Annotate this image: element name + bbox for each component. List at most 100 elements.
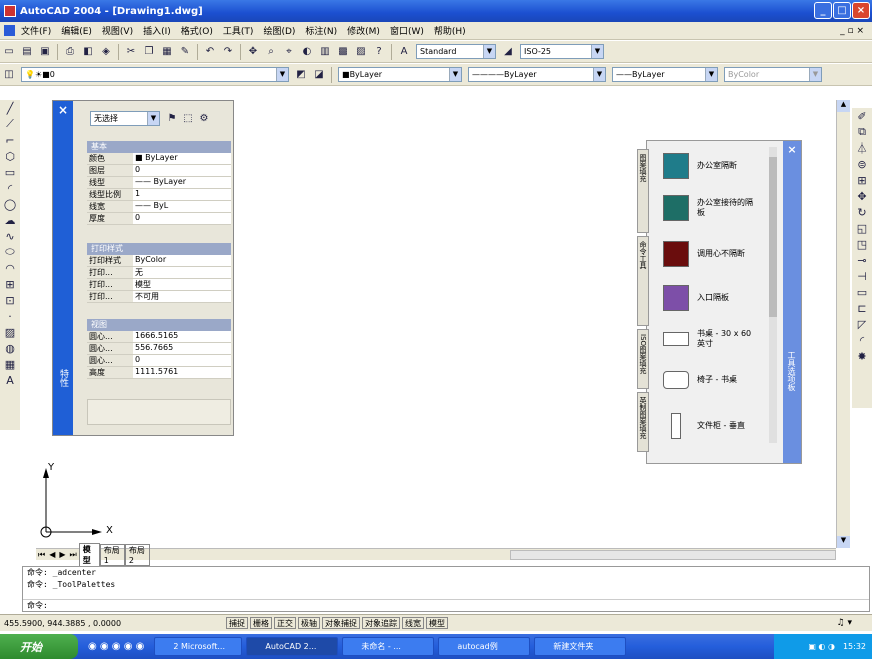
erase-icon[interactable]: ✐ xyxy=(855,109,869,123)
tab-nav-last-icon[interactable]: ⏭ xyxy=(70,550,77,560)
quick-select-icon[interactable]: ⚙ xyxy=(197,111,211,125)
help-icon[interactable]: ? xyxy=(372,45,386,59)
palette-item[interactable]: 椅子 - 书桌 xyxy=(663,371,757,389)
tab-imperial-hatch[interactable]: 英制图案填充 xyxy=(637,392,649,452)
palette-item[interactable]: 入口隔板 xyxy=(663,285,757,311)
tab-layout2[interactable]: 布局2 xyxy=(124,543,151,566)
grid-toggle[interactable]: 栅格 xyxy=(250,617,272,629)
polyline-icon[interactable]: ⌐ xyxy=(3,133,17,147)
extend-icon[interactable]: ⊣ xyxy=(855,269,869,283)
close-icon[interactable]: × xyxy=(783,143,801,156)
horizontal-scrollbar[interactable] xyxy=(510,549,836,560)
offset-icon[interactable]: ⊜ xyxy=(855,157,869,171)
properties-icon[interactable]: ▥ xyxy=(318,45,332,59)
layer-select[interactable]: 💡☀■ 0 ▼ xyxy=(21,67,289,82)
vertical-scrollbar[interactable]: ▲ ▼ xyxy=(836,100,850,548)
menu-format[interactable]: 格式(O) xyxy=(181,24,213,37)
tab-hatch[interactable]: 图案填充 xyxy=(637,149,649,233)
toggle-pickadd-icon[interactable]: ⚑ xyxy=(165,111,179,125)
insert-block-icon[interactable]: ⊞ xyxy=(3,277,17,291)
undo-icon[interactable]: ↶ xyxy=(203,45,217,59)
properties-titlebar[interactable]: × 特性 xyxy=(53,101,73,435)
mirror-icon[interactable]: ⏃ xyxy=(855,141,869,155)
tool-palette-titlebar[interactable]: × 工具选项板 xyxy=(783,141,801,463)
palette-item[interactable]: 调用心不隔断 xyxy=(663,241,757,267)
quick-launch-icons[interactable]: ◉ ◉ ◉ ◉ ◉ xyxy=(88,641,144,652)
make-current-icon[interactable]: ◩ xyxy=(294,68,308,82)
spline-icon[interactable]: ∿ xyxy=(3,229,17,243)
lineweight-select[interactable]: —— ByLayer ▼ xyxy=(612,67,718,82)
toolpalette-icon[interactable]: ▨ xyxy=(354,45,368,59)
designcenter-icon[interactable]: ▩ xyxy=(336,45,350,59)
match-icon[interactable]: ✎ xyxy=(178,45,192,59)
tab-iso-hatch[interactable]: ISO图案填充 xyxy=(637,329,649,389)
copy-icon[interactable]: ❐ xyxy=(142,45,156,59)
snap-toggle[interactable]: 捕捉 xyxy=(226,617,248,629)
command-prompt[interactable]: 命令: xyxy=(23,599,869,611)
coordinates-readout[interactable]: 455.5900, 944.3885 , 0.0000 xyxy=(0,619,226,628)
tab-layout1[interactable]: 布局1 xyxy=(99,543,125,566)
table-icon[interactable]: ▦ xyxy=(3,357,17,371)
task-button[interactable]: autocad例 xyxy=(438,637,531,656)
tab-nav-prev-icon[interactable]: ◀ xyxy=(49,550,55,559)
chamfer-icon[interactable]: ◸ xyxy=(855,317,869,331)
clock[interactable]: 15:32 xyxy=(843,642,866,651)
task-button[interactable]: 未命名 - ... xyxy=(342,637,435,656)
palette-item[interactable]: 办公室隔断 xyxy=(663,153,757,179)
menu-modify[interactable]: 修改(M) xyxy=(347,24,380,37)
section-header[interactable]: 视图 xyxy=(87,319,231,331)
otrack-toggle[interactable]: 对象追踪 xyxy=(362,617,400,629)
menu-insert[interactable]: 插入(I) xyxy=(143,24,171,37)
pan-icon[interactable]: ✥ xyxy=(246,45,260,59)
tab-nav-next-icon[interactable]: ▶ xyxy=(59,550,65,559)
minimize-button[interactable]: _ xyxy=(814,2,832,19)
section-header[interactable]: 打印样式 xyxy=(87,243,231,255)
osnap-toggle[interactable]: 对象捕捉 xyxy=(322,617,360,629)
palette-scroll-thumb[interactable] xyxy=(769,157,777,317)
color-select[interactable]: ■ ByLayer ▼ xyxy=(338,67,462,82)
ellipse-arc-icon[interactable]: ◠ xyxy=(3,261,17,275)
save-icon[interactable]: ▣ xyxy=(38,45,52,59)
explode-icon[interactable]: ✸ xyxy=(855,349,869,363)
document-icon[interactable] xyxy=(4,25,15,36)
zoom-window-icon[interactable]: ⌖ xyxy=(282,45,296,59)
doc-window-controls[interactable]: _ ▫ × xyxy=(840,26,864,36)
region-icon[interactable]: ◍ xyxy=(3,341,17,355)
palette-item[interactable]: 办公室接待的隔板 xyxy=(663,195,757,221)
cut-icon[interactable]: ✂ xyxy=(124,45,138,59)
menu-window[interactable]: 窗口(W) xyxy=(390,24,424,37)
redo-icon[interactable]: ↷ xyxy=(221,45,235,59)
lwt-toggle[interactable]: 线宽 xyxy=(402,617,424,629)
close-button[interactable]: × xyxy=(852,2,870,19)
menu-file[interactable]: 文件(F) xyxy=(21,24,51,37)
menu-dimension[interactable]: 标注(N) xyxy=(305,24,337,37)
palette-scrollbar[interactable] xyxy=(769,147,777,443)
hatch-icon[interactable]: ▨ xyxy=(3,325,17,339)
stretch-icon[interactable]: ◳ xyxy=(855,237,869,251)
break-icon[interactable]: ▭ xyxy=(855,285,869,299)
task-button[interactable]: 2 Microsoft... xyxy=(154,637,243,656)
polar-toggle[interactable]: 极轴 xyxy=(298,617,320,629)
layer-manager-icon[interactable]: ◫ xyxy=(2,68,16,82)
task-button-autocad[interactable]: AutoCAD 2... xyxy=(246,637,339,656)
tab-nav-first-icon[interactable]: ⏮ xyxy=(38,550,45,560)
new-icon[interactable]: ▭ xyxy=(2,45,16,59)
ortho-toggle[interactable]: 正交 xyxy=(274,617,296,629)
communication-center-icon[interactable]: ♫ ▾ xyxy=(837,618,852,628)
rectangle-icon[interactable]: ▭ xyxy=(3,165,17,179)
start-button[interactable]: 开始 xyxy=(0,634,78,659)
task-button[interactable]: 新建文件夹 xyxy=(534,637,627,656)
scroll-down-icon[interactable]: ▼ xyxy=(837,536,850,548)
tab-model[interactable]: 模型 xyxy=(78,542,100,567)
menu-draw[interactable]: 绘图(D) xyxy=(263,24,295,37)
menu-tools[interactable]: 工具(T) xyxy=(223,24,254,37)
menu-view[interactable]: 视图(V) xyxy=(102,24,133,37)
circle-icon[interactable]: ◯ xyxy=(3,197,17,211)
rotate-icon[interactable]: ↻ xyxy=(855,205,869,219)
open-icon[interactable]: ▤ xyxy=(20,45,34,59)
line-icon[interactable]: ╱ xyxy=(3,101,17,115)
text-style-select[interactable]: Standard ▼ xyxy=(416,44,496,59)
zoom-previous-icon[interactable]: ◐ xyxy=(300,45,314,59)
arc-icon[interactable]: ◜ xyxy=(3,181,17,195)
array-icon[interactable]: ⊞ xyxy=(855,173,869,187)
